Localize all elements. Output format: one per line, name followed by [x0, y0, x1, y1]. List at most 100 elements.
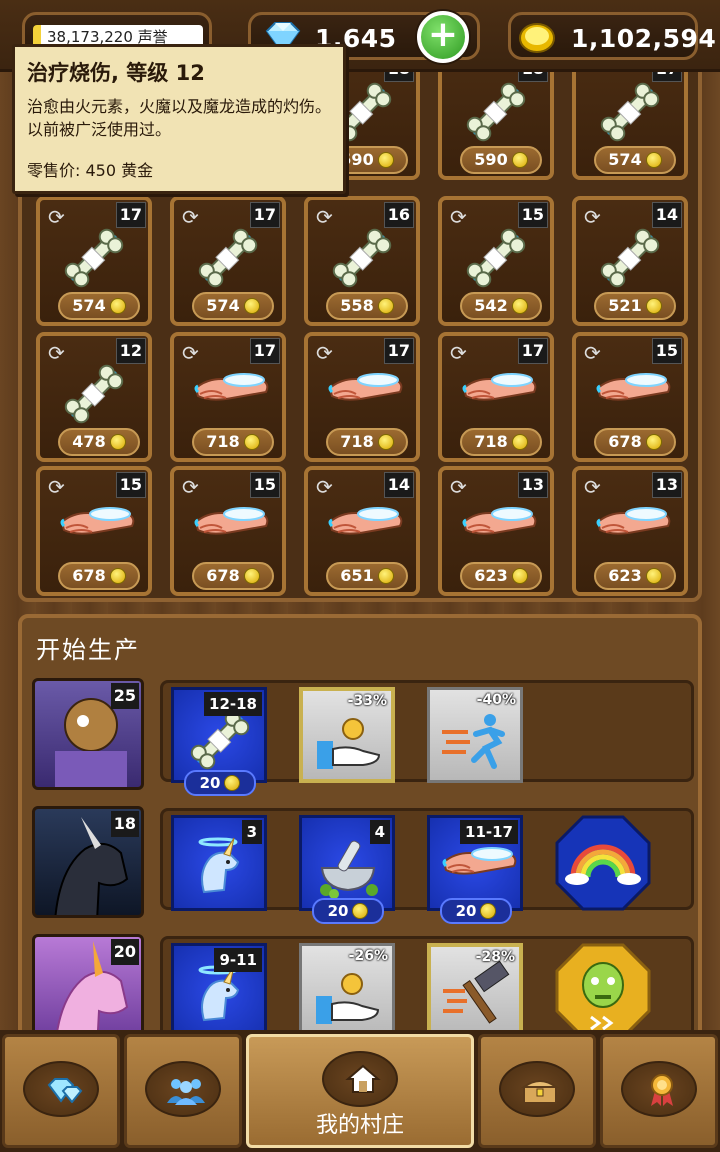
- bone-splint-icon: [460, 76, 532, 148]
- nav-my-village-label: 我的村庄: [315, 1113, 404, 1138]
- item-level: 15: [517, 202, 548, 228]
- cost-value: 20: [455, 902, 477, 920]
- item-level: 15: [651, 338, 682, 364]
- bone-splint-icon: [58, 222, 130, 294]
- gold-coin-icon: [377, 434, 394, 450]
- inventory-slot[interactable]: ⟳ 17 574: [36, 196, 152, 326]
- production-task-burn-arm[interactable]: 11-17 20: [427, 815, 523, 924]
- inventory-slot[interactable]: ⟳ 15 678: [170, 466, 286, 596]
- boost-hand-coin[interactable]: -26%: [299, 943, 395, 1039]
- worker-black-unicorn-portrait[interactable]: 18: [32, 806, 144, 918]
- boost-percent: -26%: [348, 948, 388, 964]
- add-gems-button[interactable]: +: [417, 11, 469, 63]
- inventory-slot[interactable]: ⟳ 13 623: [438, 466, 554, 596]
- worker-level: 25: [110, 683, 139, 709]
- gold-coin-icon: [352, 903, 369, 919]
- item-level: 14: [383, 472, 414, 498]
- gold-coin-icon: [377, 298, 394, 314]
- special-zombie-button[interactable]: [555, 943, 651, 1039]
- inventory-slot[interactable]: ⟳ 15 678: [572, 332, 688, 462]
- people-icon: [167, 1079, 205, 1105]
- medal-icon: [651, 1074, 673, 1106]
- bone-splint-icon: [594, 222, 666, 294]
- nav-heroes-button[interactable]: [124, 1034, 242, 1148]
- refresh-icon: ⟳: [450, 341, 467, 365]
- refresh-icon: ⟳: [316, 205, 333, 229]
- nav-my-village-button[interactable]: 我的村庄: [246, 1034, 474, 1148]
- inventory-slot[interactable]: ⟳ 15 542: [438, 196, 554, 326]
- price-value: 651: [340, 566, 374, 585]
- boost-percent: -40%: [476, 692, 516, 708]
- task-cost: 20: [440, 898, 512, 924]
- price-value: 718: [206, 432, 240, 451]
- price-value: 678: [206, 566, 240, 585]
- gold-coin-icon: [377, 152, 394, 168]
- production-task-mortar-pestle[interactable]: 4 20: [299, 815, 395, 924]
- inventory-slot[interactable]: ⟳ 17 574: [170, 196, 286, 326]
- gold-coin-icon: [109, 568, 126, 584]
- game-screen: 38,173,220 声誉 1,645 + 1,102,594 59018590…: [0, 0, 720, 1152]
- burn-arm-icon: [460, 492, 537, 564]
- production-task-unicorn[interactable]: 9-11: [171, 943, 267, 1039]
- item-level: 17: [383, 338, 414, 364]
- inventory-slot[interactable]: ⟳ 17 718: [170, 332, 286, 462]
- inventory-slot[interactable]: ⟳ 13 623: [572, 466, 688, 596]
- item-level: 17: [249, 202, 280, 228]
- item-level: 14: [651, 202, 682, 228]
- worker-level: 20: [110, 939, 139, 965]
- refresh-icon: ⟳: [48, 205, 65, 229]
- task-level-range: 4: [369, 820, 390, 844]
- item-price: 574: [58, 292, 140, 320]
- item-price: 542: [460, 292, 542, 320]
- zombie-icon: [555, 943, 651, 1043]
- task-cost: 20: [312, 898, 384, 924]
- price-value: 678: [72, 566, 106, 585]
- cost-value: 20: [199, 774, 221, 792]
- burn-arm-icon: [460, 358, 537, 430]
- inventory-slot[interactable]: ⟳ 12 478: [36, 332, 152, 462]
- tooltip-description: 治愈由火元素，火魔以及魔龙造成的灼伤。以前被广泛使用过。: [27, 97, 332, 139]
- inventory-slot[interactable]: ⟳ 14 521: [572, 196, 688, 326]
- burn-arm-icon: [594, 358, 671, 430]
- production-task-bone-splint[interactable]: 12-18 20: [171, 687, 267, 796]
- production-panel: 开始生产 25 12-18 20 -33% -40% 18 3 4 20 11-17 20 20 9-1…: [18, 614, 702, 1046]
- item-price: 718: [460, 428, 542, 456]
- inventory-slot[interactable]: ⟳ 16 558: [304, 196, 420, 326]
- task-cost: 20: [184, 770, 256, 796]
- refresh-icon: ⟳: [182, 341, 199, 365]
- gold-coin-icon: [511, 152, 528, 168]
- boost-percent: -28%: [475, 949, 515, 965]
- price-value: 521: [608, 296, 642, 315]
- nav-shop-button[interactable]: [2, 1034, 120, 1148]
- item-price: 623: [460, 562, 542, 590]
- gold-coin-icon: [109, 434, 126, 450]
- burn-arm-icon: [58, 492, 135, 564]
- price-value: 678: [608, 432, 642, 451]
- boost-running-man[interactable]: -40%: [427, 687, 523, 783]
- home-icon: [345, 1064, 381, 1093]
- item-level: 15: [249, 472, 280, 498]
- item-price: 574: [192, 292, 274, 320]
- inventory-slot[interactable]: ⟳ 17 718: [438, 332, 554, 462]
- inventory-slot[interactable]: ⟳ 14 651: [304, 466, 420, 596]
- boost-hammer[interactable]: -28%: [427, 943, 523, 1039]
- gold-counter: 1,102,594: [508, 12, 716, 60]
- special-rainbow-button[interactable]: [555, 815, 651, 911]
- refresh-icon: ⟳: [584, 475, 601, 499]
- treasure-chest-icon: [521, 1080, 559, 1104]
- inventory-slot[interactable]: ⟳ 17 718: [304, 332, 420, 462]
- refresh-icon: ⟳: [450, 475, 467, 499]
- nav-chest-button[interactable]: [478, 1034, 596, 1148]
- hand-coin-icon: [313, 705, 385, 781]
- item-price: 678: [58, 562, 140, 590]
- production-task-unicorn[interactable]: 3: [171, 815, 267, 911]
- price-value: 574: [206, 296, 240, 315]
- worker-mechanic-portrait[interactable]: 25: [32, 678, 144, 790]
- nav-achievements-button[interactable]: [600, 1034, 718, 1148]
- worker-level: 18: [110, 811, 139, 837]
- inventory-slot[interactable]: ⟳ 15 678: [36, 466, 152, 596]
- item-price: 478: [58, 428, 140, 456]
- item-level: 13: [517, 472, 548, 498]
- boost-hand-coin[interactable]: -33%: [299, 687, 395, 783]
- bone-splint-icon: [326, 222, 398, 294]
